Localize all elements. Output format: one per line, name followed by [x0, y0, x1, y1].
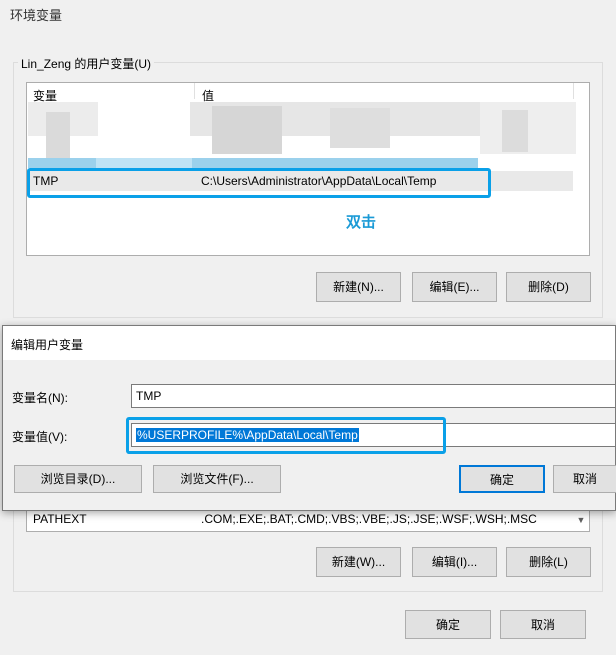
tmp-row-highlight-box [27, 168, 491, 198]
pathext-variable-value: .COM;.EXE;.BAT;.CMD;.VBS;.VBE;.JS;.JSE;.… [201, 512, 537, 526]
user-edit-button[interactable]: 编辑(E)... [412, 272, 497, 302]
dialog-title: 编辑用户变量 [11, 338, 84, 352]
variable-name-field[interactable]: TMP [131, 384, 616, 408]
user-delete-button[interactable]: 删除(D) [506, 272, 591, 302]
system-new-button[interactable]: 新建(W)... [316, 547, 401, 577]
blurred-selected-row [192, 158, 478, 168]
variable-value-label: 变量值(V): [12, 430, 68, 444]
blurred-selected-row [28, 158, 96, 168]
blurred-variable-name [46, 112, 70, 162]
blurred-variable-value [480, 102, 576, 154]
window-title: 环境变量 [10, 8, 63, 23]
blurred-variable-value [330, 108, 390, 148]
blurred-variable-value [502, 110, 528, 152]
browse-directory-button[interactable]: 浏览目录(D)... [14, 465, 142, 493]
dialog-cancel-button[interactable]: 取消 [553, 465, 616, 493]
browse-file-button[interactable]: 浏览文件(F)... [153, 465, 281, 493]
scroll-down-icon[interactable]: ▼ [574, 511, 588, 529]
pathext-variable-name: PATHEXT [33, 512, 87, 526]
ok-button[interactable]: 确定 [405, 610, 491, 639]
variable-name-label: 变量名(N): [12, 391, 68, 405]
user-new-button[interactable]: 新建(N)... [316, 272, 401, 302]
value-field-highlight-box [126, 417, 446, 454]
blurred-selected-row [96, 158, 192, 168]
user-variables-group-label: Lin_Zeng 的用户变量(U) [18, 55, 155, 72]
double-click-annotation: 双击 [346, 214, 377, 231]
system-delete-button[interactable]: 删除(L) [506, 547, 591, 577]
column-separator[interactable] [194, 83, 195, 99]
blurred-variable-value [212, 106, 282, 154]
dialog-ok-button[interactable]: 确定 [459, 465, 545, 493]
cancel-button[interactable]: 取消 [500, 610, 586, 639]
column-separator[interactable] [573, 83, 574, 99]
dialog-titlebar[interactable]: 编辑用户变量 [3, 326, 615, 360]
system-edit-button[interactable]: 编辑(I)... [412, 547, 497, 577]
